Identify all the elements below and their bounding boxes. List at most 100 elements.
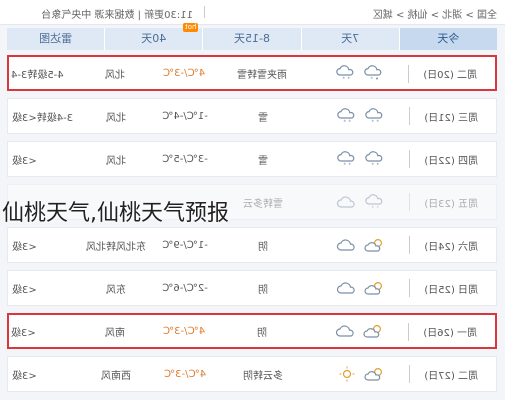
temperature-range: 4℃/-3℃: [163, 368, 207, 380]
cloud-icon: [336, 194, 358, 210]
temperature-range: 4℃/-3℃: [162, 67, 206, 79]
divider: [409, 236, 410, 254]
cloud-icon: [336, 237, 358, 253]
forecast-date: 周六 (24日): [424, 241, 478, 253]
wind-level: <3级: [12, 284, 37, 296]
forecast-row[interactable]: <3级 西南风 4℃/-3℃ 多云转阴 周二 (27日): [7, 356, 497, 392]
svg-text:*: *: [376, 120, 379, 125]
divider: [409, 150, 410, 168]
forecast-date: 周日 (25日): [424, 284, 478, 296]
wind-direction: 北风: [106, 112, 126, 124]
svg-text:*: *: [376, 206, 379, 211]
weather-description: 雪转多云: [243, 198, 283, 210]
weather-icons: * * * *: [326, 99, 386, 133]
svg-text:*: *: [343, 163, 346, 168]
forecast-row[interactable]: <3级 南风 4℃/-3℃ 阴 周一 (26日): [7, 313, 497, 349]
tab-label: 8-15天: [234, 32, 270, 45]
partly-icon: [364, 366, 386, 382]
svg-text:*: *: [348, 120, 351, 125]
weather-icons: [326, 271, 386, 305]
sleet-icon: *: [363, 65, 385, 81]
divider: [409, 107, 410, 125]
weather-description: 阴: [257, 327, 267, 339]
divider: [409, 365, 410, 383]
svg-text:*: *: [347, 77, 350, 82]
tab-label: 今天: [437, 32, 460, 45]
divider: [204, 6, 205, 18]
svg-text:*: *: [343, 120, 346, 125]
tab-radar[interactable]: 雷达图: [6, 28, 105, 50]
wind-direction: 东风: [106, 284, 126, 296]
svg-text:*: *: [376, 163, 379, 168]
weather-icons: [326, 228, 386, 262]
wind-direction: 西南风: [101, 370, 131, 382]
partly-icon: [363, 323, 385, 339]
wind-direction: 南风: [105, 327, 125, 339]
forecast-date: 周三 (21日): [424, 112, 478, 124]
svg-text:*: *: [371, 206, 374, 211]
cloud-icon: [335, 323, 357, 339]
tab-label: 雷达图: [39, 32, 73, 45]
tab-40-days[interactable]: hot 40天: [104, 23, 203, 50]
tab-8-15-days[interactable]: 8-15天: [202, 28, 301, 50]
weather-icons: * *: [326, 185, 386, 219]
svg-text:*: *: [348, 163, 351, 168]
temperature-range: -1℃/-4℃: [162, 110, 208, 122]
divider: [408, 323, 409, 341]
weather-description: 阴: [258, 284, 268, 296]
forecast-tabs: 今天 7天 8-15天 hot 40天 雷达图: [6, 23, 497, 50]
svg-text:*: *: [370, 77, 373, 82]
temperature-range: -2℃/-6℃: [162, 282, 208, 294]
wind-level: 3-4级转<3级: [12, 112, 74, 124]
wind-direction: 北风: [106, 155, 126, 167]
watermark-title: 仙桃天气,仙桃天气预报: [2, 201, 229, 226]
wind-level: <3级: [12, 370, 37, 382]
forecast-date: 周二 (20日): [423, 69, 477, 81]
temperature-range: 4℃/-3℃: [162, 325, 206, 337]
wind-level: <3级: [11, 327, 36, 339]
forecast-row[interactable]: <3级 东北风转北风 -1℃/-9℃ 阴 周六 (24日): [7, 227, 497, 263]
weather-description: 雪: [258, 112, 268, 124]
breadcrumb[interactable]: 全国 > 湖北 > 仙桃 > 城区: [373, 6, 497, 21]
update-info: 11:30更新 | 数据来源 中央气象台: [41, 10, 193, 21]
snow-icon: * *: [364, 108, 386, 124]
hot-badge: hot: [182, 23, 199, 32]
forecast-date: 周五 (23日): [424, 198, 478, 210]
wind-level: <3级: [12, 155, 37, 167]
partly-icon: [364, 237, 386, 253]
weather-icons: * * *: [325, 57, 385, 89]
temperature-range: -3℃/-5℃: [162, 153, 208, 165]
tab-today[interactable]: 今天: [398, 28, 497, 50]
forecast-date: 周二 (27日): [424, 370, 478, 382]
wind-level: <3级: [12, 241, 37, 253]
tab-label: 7天: [341, 32, 360, 45]
top-bar: 全国 > 湖北 > 仙桃 > 城区 11:30更新 | 数据来源 中央气象台: [0, 0, 505, 25]
tab-7-days[interactable]: 7天: [300, 28, 399, 50]
snow-icon: * *: [336, 151, 358, 167]
tab-label: 40天: [141, 32, 167, 45]
wind-direction: 北风: [105, 69, 125, 81]
snow-icon: * *: [364, 194, 386, 210]
forecast-row[interactable]: <3级 北风 -3℃/-5℃ 雪 * * * * 周四 (22日): [7, 141, 497, 177]
partly-icon: [364, 280, 386, 296]
forecast-row[interactable]: 4-5级转3-4 北风 4℃/-3℃ 雨夹雪转雪 * * * 周二 (20日): [7, 55, 497, 91]
weather-icons: * * * *: [326, 142, 386, 176]
weather-description: 雪: [258, 155, 268, 167]
weather-description: 雨夹雪转雪: [237, 69, 287, 81]
weather-icons: [325, 315, 385, 347]
weather-icons: [326, 357, 386, 391]
svg-text:*: *: [371, 163, 374, 168]
snow-icon: * *: [336, 108, 358, 124]
snow-icon: * *: [335, 65, 357, 81]
forecast-row[interactable]: 3-4级转<3级 北风 -1℃/-4℃ 雪 * * * * 周三 (21日): [7, 98, 497, 134]
svg-text:*: *: [371, 120, 374, 125]
sun-icon: [336, 366, 358, 382]
weather-description: 阴: [258, 241, 268, 253]
snow-icon: * *: [364, 151, 386, 167]
forecast-date: 周一 (26日): [423, 327, 477, 339]
weather-description: 多云转阴: [243, 370, 283, 382]
divider: [409, 193, 410, 211]
cloud-icon: [336, 280, 358, 296]
forecast-row[interactable]: <3级 东风 -2℃/-6℃ 阴 周日 (25日): [7, 270, 497, 306]
wind-direction: 东北风转北风: [86, 241, 146, 253]
